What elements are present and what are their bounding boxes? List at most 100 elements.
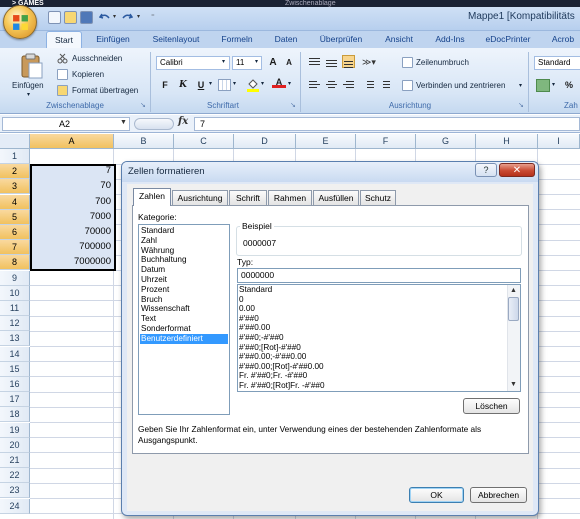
column-header[interactable]: D <box>234 134 296 149</box>
format-painter-button[interactable]: Format übertragen <box>72 86 138 95</box>
tab-einfuegen[interactable]: Einfügen <box>88 31 138 48</box>
tab-edocprinter[interactable]: eDocPrinter <box>480 31 536 48</box>
copy-button[interactable]: Kopieren <box>72 70 104 79</box>
tab-ueberpruefen[interactable]: Überprüfen <box>314 31 368 48</box>
scroll-thumb[interactable] <box>508 297 519 321</box>
ok-button[interactable]: OK <box>409 487 464 503</box>
row-header[interactable]: 11 <box>0 301 30 316</box>
open-folder-icon[interactable] <box>64 11 77 24</box>
font-name-combo[interactable]: Calibri <box>156 56 230 70</box>
row-header[interactable]: 1 <box>0 149 30 164</box>
row-header[interactable]: 17 <box>0 392 30 408</box>
font-dialog-launcher-icon[interactable]: ↘ <box>290 101 296 109</box>
undo-icon[interactable] <box>99 12 111 23</box>
shrink-font-button[interactable]: A <box>282 56 296 70</box>
row-header[interactable]: 19 <box>0 422 30 438</box>
typ-item[interactable]: Fr. #'##0;[Rot]Fr. -#'##0 <box>239 381 505 391</box>
decrease-indent-icon[interactable] <box>362 79 375 92</box>
wrap-text-icon[interactable] <box>402 57 413 68</box>
paste-button[interactable] <box>18 52 46 80</box>
column-header[interactable]: A <box>30 134 114 149</box>
column-header[interactable]: E <box>296 134 356 149</box>
row-header[interactable]: 20 <box>0 437 30 453</box>
row-header[interactable]: 8 <box>0 255 30 271</box>
formula-input[interactable]: 7 <box>194 117 580 131</box>
row-header[interactable]: 16 <box>0 377 30 392</box>
currency-icon[interactable] <box>536 79 550 92</box>
font-color-dropdown-icon[interactable]: ▾ <box>288 80 291 87</box>
column-header[interactable]: F <box>356 134 416 149</box>
scroll-down-icon[interactable]: ▼ <box>508 380 519 390</box>
currency-dropdown-icon[interactable]: ▾ <box>552 81 555 88</box>
tab-schrift[interactable]: Schrift <box>229 190 267 205</box>
kategorie-item[interactable]: Standard <box>140 226 228 236</box>
row-header[interactable]: 9 <box>0 270 30 286</box>
font-name-dropdown-icon[interactable]: ▾ <box>222 58 225 65</box>
kategorie-item[interactable]: Uhrzeit <box>140 275 228 285</box>
increase-indent-icon[interactable] <box>378 79 391 92</box>
align-left-icon[interactable] <box>308 79 321 92</box>
underline-button[interactable]: U <box>194 78 208 92</box>
dialog-help-button[interactable]: ? <box>475 163 497 177</box>
kategorie-item[interactable]: Zahl <box>140 236 228 246</box>
align-top-icon[interactable] <box>308 56 321 69</box>
scissors-icon[interactable] <box>57 53 68 64</box>
merge-dropdown-icon[interactable]: ▾ <box>519 82 522 89</box>
loeschen-button[interactable]: Löschen <box>463 398 520 414</box>
column-header[interactable]: I <box>538 134 580 149</box>
redo-icon[interactable] <box>121 12 133 23</box>
row-header[interactable]: 3 <box>0 179 30 195</box>
font-color-button[interactable]: A <box>272 76 286 88</box>
align-right-icon[interactable] <box>342 79 355 92</box>
tab-seitenlayout[interactable]: Seitenlayout <box>146 31 206 48</box>
tab-zahlen[interactable]: Zahlen <box>133 188 171 206</box>
row-header[interactable]: 22 <box>0 468 30 484</box>
wrap-text-button[interactable]: Zeilenumbruch <box>416 58 469 67</box>
align-bottom-icon[interactable] <box>342 55 355 68</box>
copy-icon[interactable] <box>57 69 68 80</box>
tab-schutz[interactable]: Schutz <box>360 190 396 205</box>
row-header[interactable]: 6 <box>0 225 30 240</box>
customize-qat-icon[interactable]: ⁼ <box>151 13 155 21</box>
save-icon[interactable] <box>80 11 93 24</box>
clipboard-dialog-launcher-icon[interactable]: ↘ <box>140 101 146 109</box>
name-box[interactable]: A2 <box>2 117 130 131</box>
number-format-combo[interactable]: Standard <box>534 56 580 70</box>
grow-font-button[interactable]: A <box>266 56 280 70</box>
row-header[interactable]: 5 <box>0 209 30 225</box>
kategorie-item[interactable]: Bruch <box>140 295 228 305</box>
name-box-dropdown-icon[interactable]: ▼ <box>120 119 127 126</box>
column-header[interactable]: C <box>174 134 234 149</box>
insert-function-button[interactable]: fx <box>178 116 188 127</box>
office-button[interactable] <box>3 5 37 39</box>
row-header[interactable]: 2 <box>0 164 30 180</box>
kategorie-item[interactable]: Text <box>140 314 228 324</box>
orientation-icon[interactable]: ≫▾ <box>362 56 382 69</box>
fill-color-dropdown-icon[interactable]: ▾ <box>261 80 264 87</box>
row-header[interactable]: 18 <box>0 407 30 423</box>
column-header[interactable]: H <box>476 134 538 149</box>
tab-start[interactable]: Start <box>46 31 82 48</box>
percent-button[interactable]: % <box>562 78 576 92</box>
kategorie-item[interactable]: Wissenschaft <box>140 304 228 314</box>
row-header[interactable]: 23 <box>0 483 30 499</box>
tab-daten[interactable]: Daten <box>268 31 304 48</box>
kategorie-item[interactable]: Benutzerdefiniert <box>140 333 228 344</box>
tab-ausfuellen[interactable]: Ausfüllen <box>313 190 359 205</box>
row-header[interactable]: 15 <box>0 361 30 377</box>
merge-center-icon[interactable] <box>402 80 413 91</box>
align-center-icon[interactable] <box>325 79 338 92</box>
alignment-dialog-launcher-icon[interactable]: ↘ <box>518 101 524 109</box>
row-header[interactable]: 7 <box>0 240 30 256</box>
typ-input[interactable]: 0000000 <box>237 268 521 283</box>
row-header[interactable]: 21 <box>0 453 30 468</box>
tab-add-ins[interactable]: Add-Ins <box>430 31 470 48</box>
select-all-corner[interactable] <box>0 134 30 149</box>
kategorie-item[interactable]: Buchhaltung <box>140 255 228 265</box>
italic-button[interactable]: K <box>176 78 190 92</box>
column-header[interactable]: G <box>416 134 476 149</box>
row-header[interactable]: 12 <box>0 316 30 332</box>
borders-icon[interactable] <box>218 79 231 91</box>
row-header[interactable]: 10 <box>0 285 30 301</box>
tab-formeln[interactable]: Formeln <box>216 31 258 48</box>
